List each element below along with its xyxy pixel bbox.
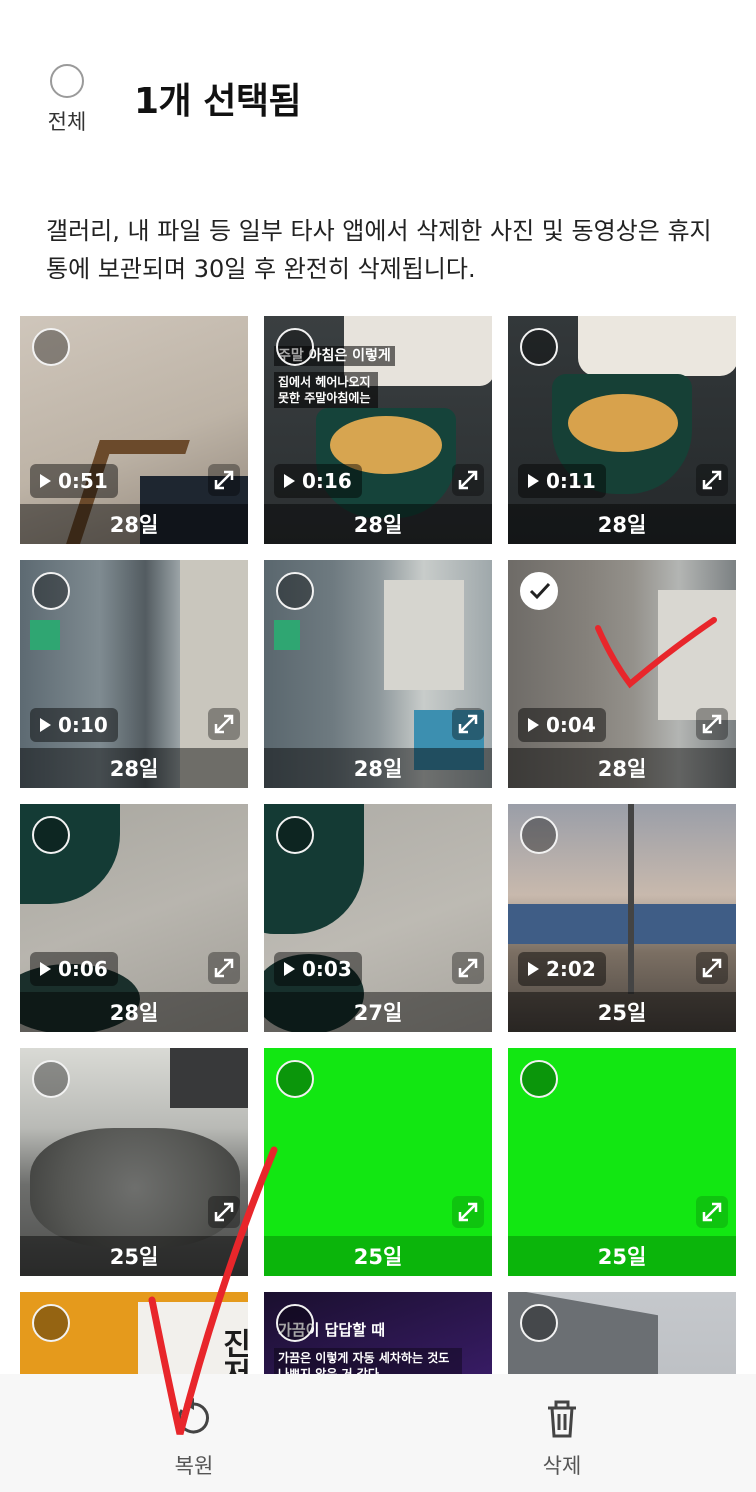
page-title: 1개 선택됨 [134, 81, 302, 122]
select-checkbox[interactable] [276, 1060, 314, 1098]
select-checkbox[interactable] [32, 328, 70, 366]
restore-button[interactable]: 복원 [134, 1396, 254, 1480]
expand-icon[interactable] [208, 952, 240, 984]
video-caption-subtitle: 집에서 헤어나오지 못한 주말아침에는 [274, 372, 378, 408]
days-remaining: 25일 [264, 1236, 492, 1276]
media-item[interactable]: 25일 [20, 1048, 248, 1276]
media-item[interactable]: 주말 아침은 이렇게 집에서 헤어나오지 못한 주말아침에는 0:16 28일 [264, 316, 492, 544]
select-checkbox[interactable] [32, 1304, 70, 1342]
select-checkbox[interactable] [276, 1304, 314, 1342]
play-icon [40, 474, 51, 488]
days-remaining: 28일 [264, 748, 492, 788]
days-remaining: 25일 [508, 1236, 736, 1276]
expand-icon[interactable] [452, 464, 484, 496]
play-icon [284, 474, 295, 488]
trash-icon [502, 1396, 622, 1440]
media-item[interactable]: 25일 [264, 1048, 492, 1276]
video-caption-subtitle: 가끔은 이렇게 자동 세차하는 것도 나쁘지 않은 거 같다. [274, 1348, 462, 1376]
media-item[interactable]: 진저맨 [20, 1292, 248, 1376]
media-item[interactable]: 0:11 28일 [508, 316, 736, 544]
media-item[interactable]: 28일 [264, 560, 492, 788]
expand-icon[interactable] [696, 464, 728, 496]
days-remaining: 28일 [508, 504, 736, 544]
select-checkbox[interactable] [520, 328, 558, 366]
restore-icon [134, 1396, 254, 1440]
video-duration: 0:16 [274, 464, 362, 498]
select-all-control[interactable]: 전체 [44, 64, 90, 136]
select-checkbox[interactable] [520, 1060, 558, 1098]
days-remaining: 28일 [20, 504, 248, 544]
select-checkbox[interactable] [276, 572, 314, 610]
media-item[interactable]: 0:06 28일 [20, 804, 248, 1032]
delete-button[interactable]: 삭제 [502, 1396, 622, 1480]
media-item[interactable]: 0:04 28일 [508, 560, 736, 788]
days-remaining: 27일 [264, 992, 492, 1032]
play-icon [40, 718, 51, 732]
select-checkbox[interactable] [276, 328, 314, 366]
video-duration: 0:04 [518, 708, 606, 742]
select-checkbox[interactable] [520, 816, 558, 854]
select-checkbox[interactable] [276, 816, 314, 854]
expand-icon[interactable] [208, 464, 240, 496]
trash-notice: 갤러리, 내 파일 등 일부 타사 앱에서 삭제한 사진 및 동영상은 휴지통에… [46, 217, 712, 283]
check-icon [529, 582, 551, 600]
media-item[interactable]: 0:03 27일 [264, 804, 492, 1032]
media-grid: 0:51 28일 주말 아침은 이렇게 집에서 헤어나오지 못한 주말아침에는 … [20, 316, 736, 1376]
days-remaining: 28일 [508, 748, 736, 788]
book-title: 진저맨 [216, 1328, 248, 1376]
bottom-action-bar: 복원 삭제 [0, 1374, 756, 1492]
video-duration: 2:02 [518, 952, 606, 986]
play-icon [40, 962, 51, 976]
video-duration: 0:03 [274, 952, 362, 986]
select-checkbox[interactable] [520, 1304, 558, 1342]
expand-icon[interactable] [452, 708, 484, 740]
media-item[interactable]: 가끔이 답답할 때 가끔은 이렇게 자동 세차하는 것도 나쁘지 않은 거 같다… [264, 1292, 492, 1376]
video-duration: 0:51 [30, 464, 118, 498]
select-checkbox[interactable] [32, 1060, 70, 1098]
media-item[interactable]: 0:10 28일 [20, 560, 248, 788]
video-duration: 0:11 [518, 464, 606, 498]
expand-icon[interactable] [452, 952, 484, 984]
video-duration: 0:06 [30, 952, 118, 986]
expand-icon[interactable] [696, 708, 728, 740]
play-icon [284, 962, 295, 976]
media-item[interactable]: 0:51 28일 [20, 316, 248, 544]
expand-icon[interactable] [696, 1196, 728, 1228]
delete-label: 삭제 [542, 1454, 582, 1478]
expand-icon[interactable] [696, 952, 728, 984]
select-checkbox-checked[interactable] [520, 572, 558, 610]
media-item[interactable]: 25일 [508, 1048, 736, 1276]
video-duration: 0:10 [30, 708, 118, 742]
play-icon [528, 962, 539, 976]
select-all-checkbox[interactable] [50, 64, 84, 98]
select-checkbox[interactable] [32, 816, 70, 854]
header: 전체 1개 선택됨 [0, 0, 756, 200]
media-item[interactable]: 2:02 25일 [508, 804, 736, 1032]
media-item[interactable] [508, 1292, 736, 1376]
days-remaining: 25일 [20, 1236, 248, 1276]
expand-icon[interactable] [452, 1196, 484, 1228]
expand-icon[interactable] [208, 708, 240, 740]
play-icon [528, 474, 539, 488]
expand-icon[interactable] [208, 1196, 240, 1228]
select-all-label: 전체 [47, 110, 87, 134]
play-icon [528, 718, 539, 732]
days-remaining: 28일 [20, 748, 248, 788]
restore-label: 복원 [174, 1454, 214, 1478]
select-checkbox[interactable] [32, 572, 70, 610]
days-remaining: 28일 [264, 504, 492, 544]
days-remaining: 25일 [508, 992, 736, 1032]
days-remaining: 28일 [20, 992, 248, 1032]
